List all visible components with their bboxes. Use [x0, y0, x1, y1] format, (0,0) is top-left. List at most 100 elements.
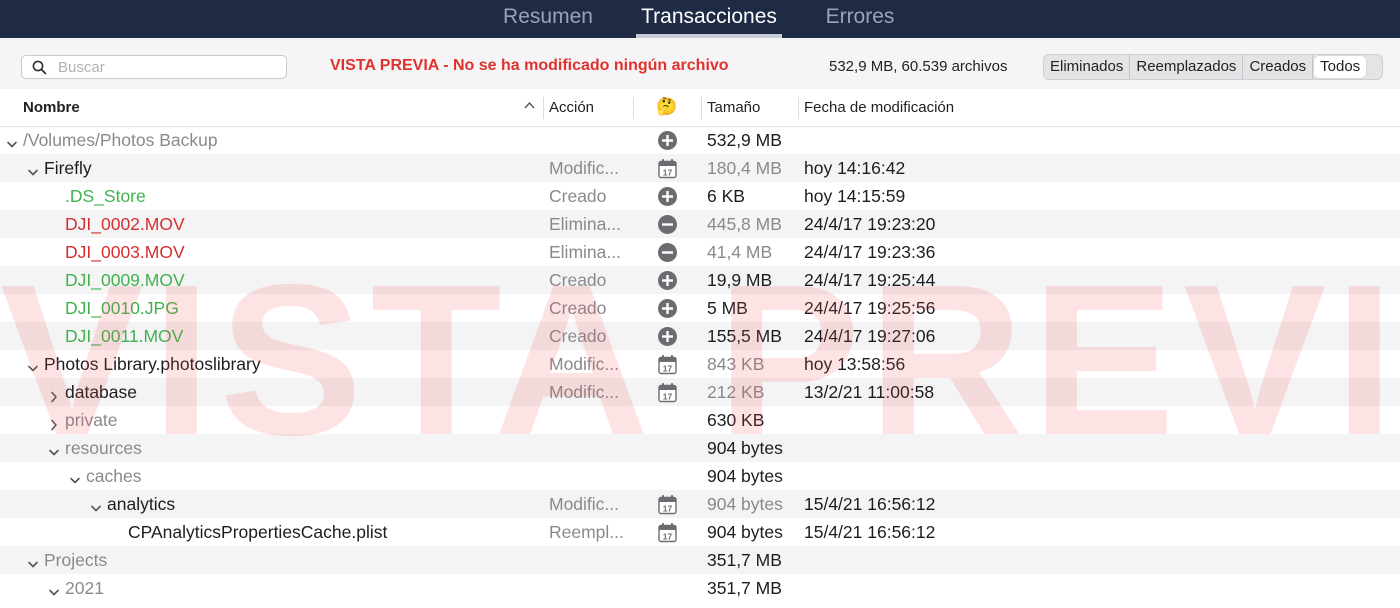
plus-circle-icon	[657, 270, 678, 296]
column-divider[interactable]	[543, 97, 544, 119]
row-size: 532,9 MB	[707, 130, 782, 150]
tree-row[interactable]: 2021 351,7 MB	[0, 574, 1400, 602]
row-name: 2021	[65, 578, 104, 598]
tab-label: Transacciones	[641, 5, 777, 28]
minus-circle-icon	[657, 214, 678, 240]
row-name: caches	[86, 466, 142, 486]
row-name: CPAnalyticsPropertiesCache.plist	[128, 522, 388, 542]
column-divider[interactable]	[633, 97, 634, 119]
row-size: 904 bytes	[707, 466, 783, 486]
tree-row[interactable]: CPAnalyticsPropertiesCache.plist Reempl..…	[0, 518, 1400, 546]
svg-text:17: 17	[663, 363, 673, 373]
row-date: 24/4/17 19:27:06	[804, 326, 936, 346]
row-name: database	[65, 382, 138, 402]
filter-segmented-control: Eliminados Reemplazados Creados Todos	[1043, 54, 1383, 80]
row-size: 843 KB	[707, 354, 765, 374]
row-action: Elimina...	[549, 214, 621, 234]
tab-label: Errores	[825, 5, 895, 28]
tree-row[interactable]: DJI_0010.JPG Creado 5 MB 24/4/17 19:25:56	[0, 294, 1400, 322]
sort-ascending-icon[interactable]	[524, 101, 535, 109]
disclosure-expanded-icon[interactable]	[27, 163, 39, 184]
calendar-icon: 17	[657, 522, 678, 548]
column-name[interactable]: Nombre	[23, 99, 80, 116]
row-date: 24/4/17 19:25:44	[804, 270, 936, 290]
tree-row[interactable]: analytics Modific... 17 904 bytes 15/4/21 16…	[0, 490, 1400, 518]
transactions-outline: /Volumes/Photos Backup 532,9 MB Firefly Mod…	[0, 126, 1400, 608]
row-action: Creado	[549, 298, 607, 318]
row-name: DJI_0003.MOV	[65, 242, 185, 262]
calendar-icon: 17	[657, 158, 678, 184]
calendar-icon: 17	[657, 354, 678, 380]
tree-row[interactable]: DJI_0009.MOV Creado 19,9 MB 24/4/17 19:25:4…	[0, 266, 1400, 294]
disclosure-expanded-icon[interactable]	[48, 443, 60, 464]
row-action: Elimina...	[549, 242, 621, 262]
filter-reemplazados[interactable]: Reemplazados	[1130, 55, 1244, 79]
tree-row[interactable]: /Volumes/Photos Backup 532,9 MB	[0, 126, 1400, 154]
tree-row[interactable]: caches 904 bytes	[0, 462, 1400, 490]
svg-text:17: 17	[663, 503, 673, 513]
search-field[interactable]	[21, 55, 287, 79]
disclosure-collapsed-icon[interactable]	[48, 387, 60, 408]
row-date: 24/4/17 19:25:56	[804, 298, 936, 318]
tab-resumen[interactable]: Resumen	[493, 0, 603, 38]
row-date: hoy 13:58:56	[804, 354, 906, 374]
tab-errores[interactable]: Errores	[815, 0, 905, 38]
filter-eliminados[interactable]: Eliminados	[1044, 55, 1131, 79]
tree-row[interactable]: database Modific... 17 212 KB 13/2/21 11:00:…	[0, 378, 1400, 406]
row-size: 904 bytes	[707, 494, 783, 514]
row-name: Firefly	[44, 158, 92, 178]
top-tab-bar: Resumen Transacciones Errores	[0, 0, 1400, 38]
tree-row[interactable]: DJI_0002.MOV Elimina... 445,8 MB 24/4/17 19…	[0, 210, 1400, 238]
plus-circle-icon	[657, 186, 678, 212]
disclosure-expanded-icon[interactable]	[27, 359, 39, 380]
tree-row[interactable]: private 630 KB	[0, 406, 1400, 434]
row-size: 41,4 MB	[707, 242, 773, 262]
calendar-icon: 17	[657, 382, 678, 408]
row-name: DJI_0011.MOV	[65, 326, 184, 346]
tree-row[interactable]: Firefly Modific... 17 180,4 MB hoy 14:16:42	[0, 154, 1400, 182]
summary-text: 532,9 MB, 60.539 archivos	[829, 58, 1008, 75]
column-action[interactable]: Acción	[549, 99, 594, 116]
disclosure-expanded-icon[interactable]	[48, 583, 60, 604]
disclosure-expanded-icon[interactable]	[69, 471, 81, 492]
disclosure-expanded-icon[interactable]	[90, 499, 102, 520]
disclosure-expanded-icon[interactable]	[27, 555, 39, 576]
column-date[interactable]: Fecha de modificación	[804, 99, 954, 116]
row-size: 351,7 MB	[707, 578, 782, 598]
search-input[interactable]	[56, 58, 280, 76]
row-date: hoy 14:16:42	[804, 158, 906, 178]
row-action: Modific...	[549, 382, 620, 402]
row-date: 24/4/17 19:23:20	[804, 214, 936, 234]
tree-row[interactable]: Photos Library.photoslibrary Modific... 17…	[0, 350, 1400, 378]
disclosure-collapsed-icon[interactable]	[48, 415, 60, 436]
tree-row[interactable]: DJI_0011.MOV Creado 155,5 MB 24/4/17 19:27:…	[0, 322, 1400, 350]
tree-row[interactable]: DJI_0003.MOV Elimina... 41,4 MB 24/4/17 19:…	[0, 238, 1400, 266]
row-name: analytics	[107, 494, 176, 514]
tab-transacciones[interactable]: Transacciones	[636, 0, 782, 38]
calendar-icon: 17	[657, 494, 678, 520]
column-header: Nombre Acción 🤔 Tamaño Fecha de modifica…	[0, 89, 1400, 127]
disclosure-expanded-icon[interactable]	[6, 135, 18, 156]
tree-row[interactable]: .DS_Store Creado 6 KB hoy 14:15:59	[0, 182, 1400, 210]
row-action: Creado	[549, 186, 607, 206]
plus-circle-icon	[657, 130, 678, 156]
row-name: DJI_0002.MOV	[65, 214, 185, 234]
row-size: 5 MB	[707, 298, 748, 318]
filter-todos[interactable]: Todos	[1314, 56, 1367, 78]
tree-row[interactable]: Projects 351,7 MB	[0, 546, 1400, 574]
tab-label: Resumen	[503, 5, 593, 28]
row-size: 19,9 MB	[707, 270, 773, 290]
row-size: 180,4 MB	[707, 158, 782, 178]
row-name: Photos Library.photoslibrary	[44, 354, 261, 374]
column-divider[interactable]	[701, 97, 702, 119]
tree-row[interactable]: resources 904 bytes	[0, 434, 1400, 462]
column-divider[interactable]	[798, 97, 799, 119]
row-date: 13/2/21 11:00:58	[804, 382, 935, 402]
filter-creados[interactable]: Creados	[1243, 55, 1314, 79]
row-action: Creado	[549, 270, 607, 290]
column-size[interactable]: Tamaño	[707, 99, 760, 116]
svg-text:17: 17	[663, 167, 673, 177]
row-date: 15/4/21 16:56:12	[804, 494, 936, 514]
thinking-face-icon[interactable]: 🤔	[656, 97, 677, 117]
row-size: 6 KB	[707, 186, 745, 206]
